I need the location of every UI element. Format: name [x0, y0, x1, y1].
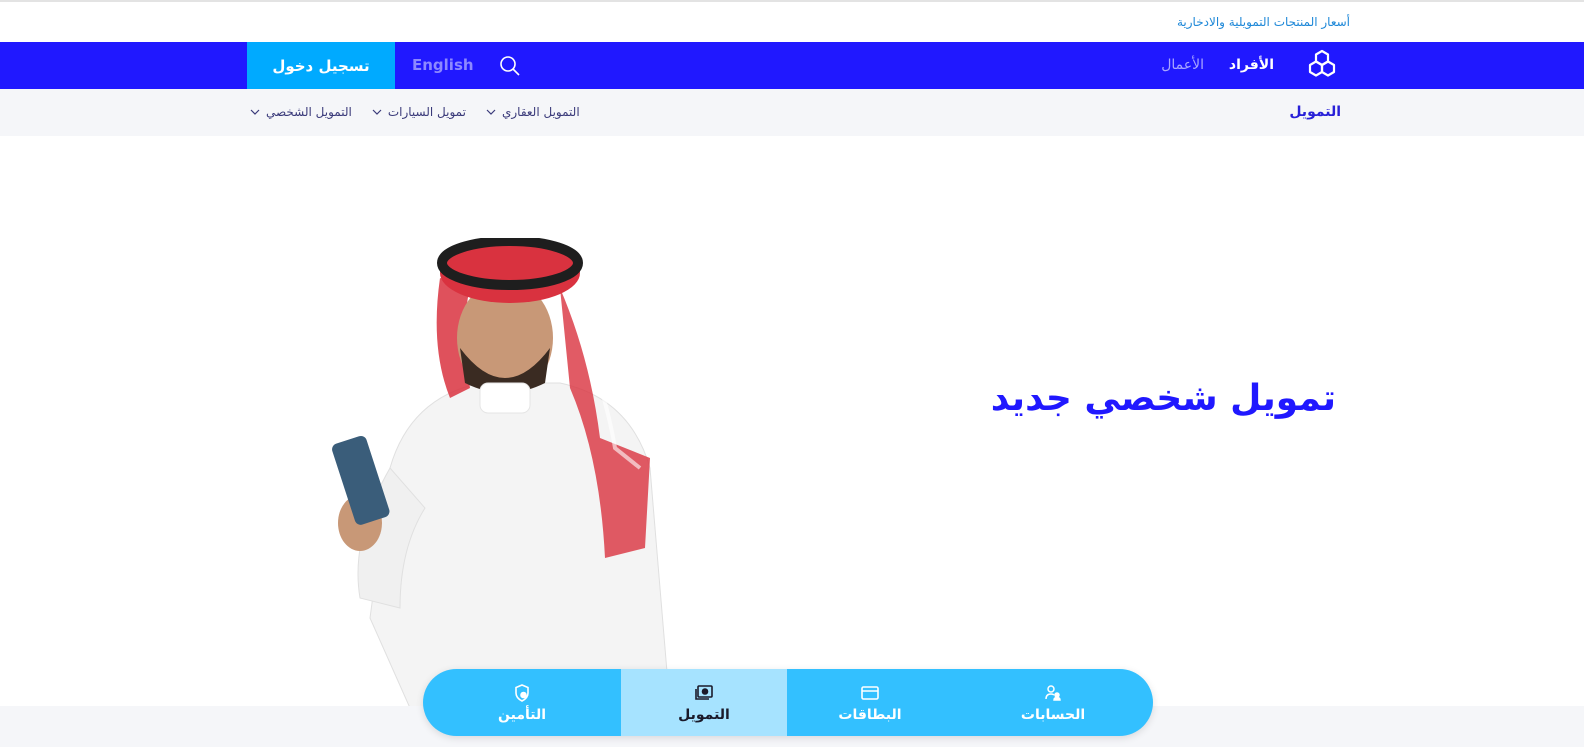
sub-menu: التمويل الشخصي تمويل السيارات التمويل ال…	[250, 105, 580, 119]
tab-financing[interactable]: التمويل	[621, 669, 787, 736]
language-toggle[interactable]: English	[412, 56, 474, 74]
tab-label: البطاقات	[838, 706, 902, 723]
tab-label: التمويل	[678, 706, 730, 723]
section-title: التمويل	[1289, 104, 1341, 120]
tab-accounts[interactable]: الحسابات	[953, 669, 1153, 736]
rates-link[interactable]: أسعار المنتجات التمويلية والادخارية	[1177, 15, 1350, 29]
chevron-down-icon	[486, 109, 496, 115]
chevron-down-icon	[250, 109, 260, 115]
chevron-down-icon	[372, 109, 382, 115]
main-nav: الأفراد الأعمال English تسجيل دخول	[0, 42, 1584, 89]
nav-business[interactable]: الأعمال	[1161, 57, 1204, 73]
submenu-label: تمويل السيارات	[387, 105, 466, 119]
nav-individuals[interactable]: الأفراد	[1229, 57, 1274, 73]
cash-icon	[695, 684, 713, 700]
submenu-auto-financing[interactable]: تمويل السيارات	[372, 105, 466, 119]
bottom-tab-bar: الحسابات البطاقات التمويل التأمين	[423, 669, 1153, 736]
tab-insurance[interactable]: التأمين	[423, 669, 621, 736]
submenu-real-estate-financing[interactable]: التمويل العقاري	[486, 105, 580, 119]
sub-nav: التمويل التمويل الشخصي تمويل السيارات ال…	[0, 89, 1584, 136]
tab-cards[interactable]: البطاقات	[787, 669, 953, 736]
hero-title: تمويل شخصي جديد	[990, 378, 1336, 419]
submenu-label: التمويل العقاري	[501, 105, 580, 119]
bank-logo-icon[interactable]	[1305, 48, 1339, 82]
hero-image	[332, 238, 671, 708]
login-button[interactable]: تسجيل دخول	[247, 42, 395, 89]
submenu-personal-financing[interactable]: التمويل الشخصي	[250, 105, 352, 119]
tab-label: الحسابات	[1020, 706, 1086, 723]
utility-bar: أسعار المنتجات التمويلية والادخارية	[0, 2, 1584, 42]
shield-icon	[515, 683, 529, 702]
card-icon	[861, 685, 879, 700]
tab-label: التأمين	[498, 706, 547, 723]
accounts-icon	[1045, 684, 1061, 701]
submenu-label: التمويل الشخصي	[266, 105, 352, 119]
search-icon[interactable]	[498, 54, 522, 78]
